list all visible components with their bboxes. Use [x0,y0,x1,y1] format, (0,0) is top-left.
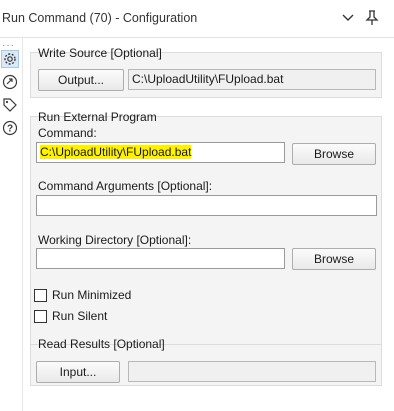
command-arguments-field[interactable] [36,195,377,216]
command-label: Command: [38,126,97,140]
run-silent-label: Run Silent [52,309,108,323]
run-external-program-title: Run External Program [38,110,157,124]
command-arguments-label: Command Arguments [Optional]: [38,179,213,193]
gear-icon[interactable] [1,50,19,68]
run-minimized-option[interactable]: Run Minimized [34,288,131,302]
svg-text:?: ? [7,124,13,135]
command-value: C:\UploadUtility\FUpload.bat [40,145,192,159]
read-results-title: Read Results [Optional] [38,337,165,351]
collapse-chevron-icon[interactable] [338,8,358,28]
run-minimized-checkbox[interactable] [34,288,47,302]
window-title: Run Command (70) - Configuration [2,11,198,25]
tag-icon[interactable] [1,96,19,114]
side-rail: ··· ? [0,38,23,411]
working-directory-label: Working Directory [Optional]: [38,233,192,247]
read-results-path-field[interactable] [128,361,376,382]
command-browse-button[interactable]: Browse [292,143,376,165]
command-field[interactable]: C:\UploadUtility\FUpload.bat [36,142,285,163]
working-directory-field[interactable] [36,248,285,269]
write-source-title: Write Source [Optional] [38,46,162,60]
write-source-path-field[interactable]: C:\UploadUtility\FUpload.bat [128,69,376,90]
run-minimized-label: Run Minimized [52,288,132,302]
output-button[interactable]: Output... [38,69,124,91]
help-icon[interactable]: ? [1,119,19,137]
pin-icon[interactable] [362,8,382,28]
title-bar: Run Command (70) - Configuration [0,0,394,38]
run-silent-checkbox[interactable] [34,309,47,323]
run-silent-option[interactable]: Run Silent [34,309,107,323]
input-button[interactable]: Input... [36,361,120,383]
working-directory-browse-button[interactable]: Browse [292,248,376,270]
connection-icon[interactable] [1,73,19,91]
configuration-panel: Write Source [Optional] Output... C:\Upl… [28,38,394,411]
